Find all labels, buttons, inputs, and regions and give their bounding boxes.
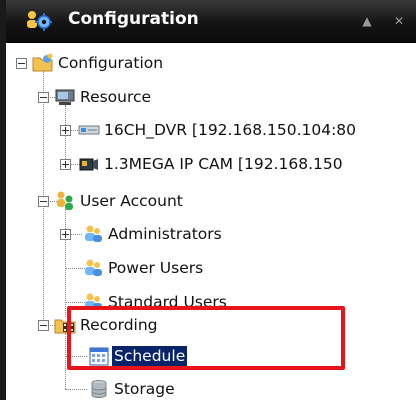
tree-label: Storage [114, 380, 175, 398]
tree-node-16ch-dvr[interactable]: 16CH_DVR [192.168.150.104:80 [6, 117, 416, 143]
menu-arrow-button[interactable]: ▲ [358, 12, 376, 30]
collapse-toggle[interactable] [38, 92, 49, 103]
user-group-icon [85, 259, 102, 276]
tree-node-ip-cam[interactable]: 1.3MEGA IP CAM [192.168.150 [6, 151, 416, 177]
highlight-annotation [67, 306, 345, 370]
ip-camera-icon [79, 158, 98, 171]
configuration-panel: Configuration ▲ ✕ Configuration Resource… [0, 0, 416, 400]
user-group-icon [85, 225, 102, 242]
tree-node-administrators[interactable]: Administrators [6, 221, 306, 247]
tree-label: Administrators [108, 225, 222, 243]
expand-toggle[interactable] [60, 159, 71, 170]
server-icon [55, 89, 75, 105]
collapse-toggle[interactable] [16, 58, 27, 69]
tree-label: 16CH_DVR [192.168.150.104:80 [104, 121, 357, 139]
gear-users-icon [27, 11, 52, 31]
folder-config-icon [32, 53, 53, 72]
tree-label: Configuration [58, 54, 164, 72]
window-title: Configuration [68, 9, 199, 29]
expand-toggle[interactable] [60, 229, 71, 240]
tree-label: 1.3MEGA IP CAM [192.168.150 [104, 155, 343, 173]
title-bar: Configuration ▲ ✕ [6, 0, 416, 43]
tree-node-power-users[interactable]: Power Users [6, 255, 306, 281]
tree-node-user-account[interactable]: User Account [6, 188, 306, 214]
tree-node-storage[interactable]: Storage [6, 376, 306, 400]
tree-label: Power Users [108, 259, 204, 277]
tree-label: User Account [80, 192, 183, 210]
tree-node-resource[interactable]: Resource [6, 84, 306, 110]
collapse-toggle[interactable] [38, 196, 49, 207]
database-icon [91, 380, 107, 399]
tree-node-configuration[interactable]: Configuration [6, 50, 306, 76]
expand-toggle[interactable] [60, 125, 71, 136]
users-icon [57, 191, 73, 210]
close-button[interactable]: ✕ [390, 12, 408, 30]
dvr-icon [78, 125, 100, 135]
collapse-toggle[interactable] [38, 320, 49, 331]
tree-label: Resource [80, 88, 152, 106]
